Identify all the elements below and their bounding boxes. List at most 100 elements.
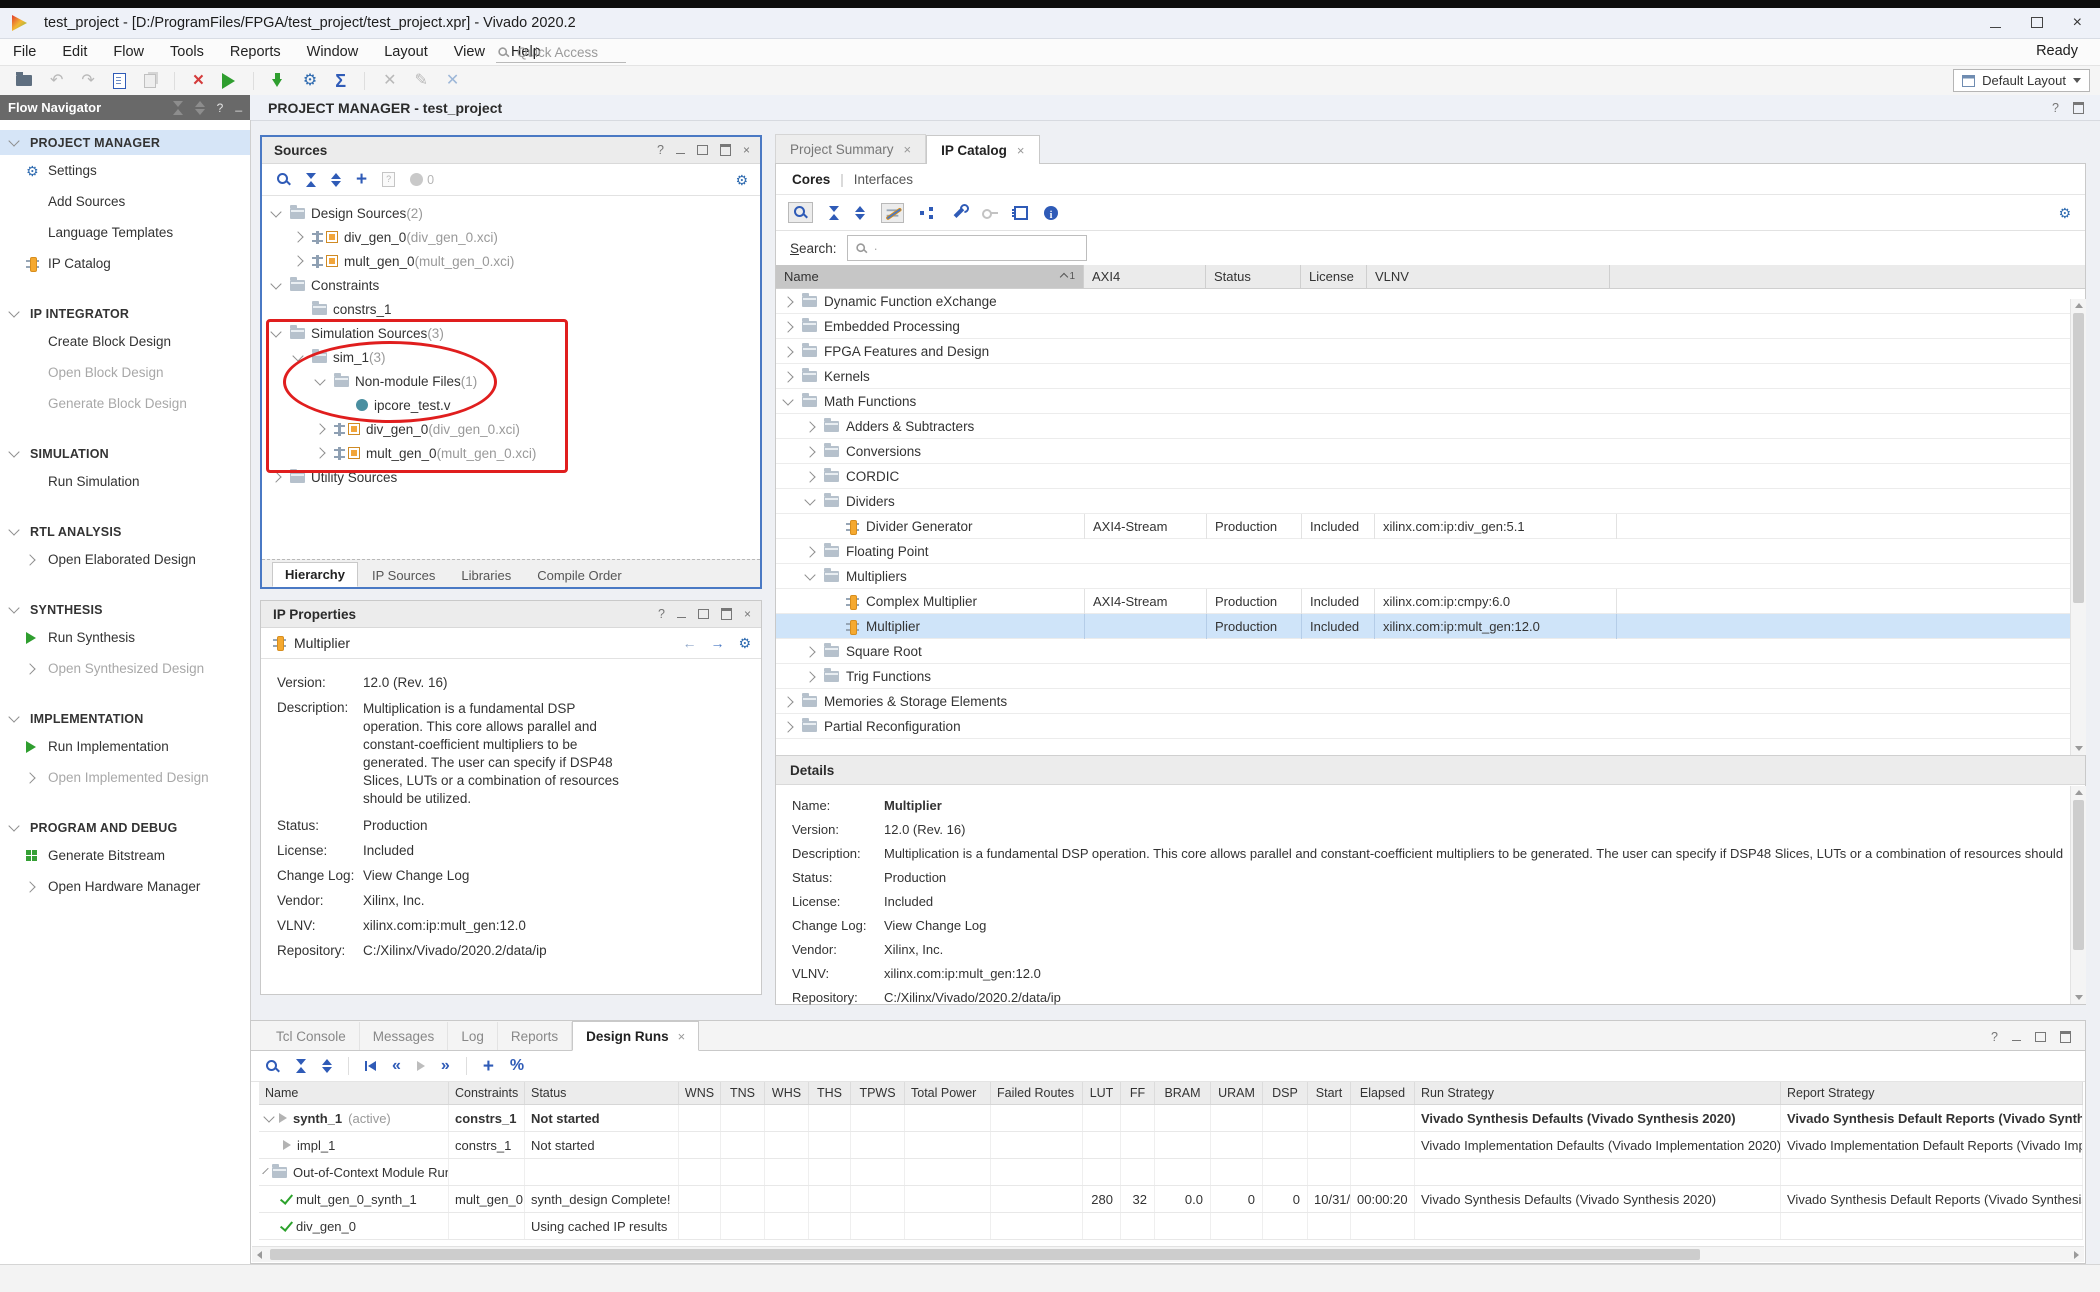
runs-column-bram[interactable]: BRAM [1155,1082,1211,1104]
percent-progress-icon[interactable]: % [510,1058,524,1074]
run-row-mult-gen-0-synth-1[interactable]: mult_gen_0_synth_1mult_gen_0synth_design… [259,1186,2083,1213]
tree-row-design-sources[interactable]: Design Sources (2) [262,201,758,225]
expander[interactable] [294,233,312,241]
sidebar-section-project-manager[interactable]: PROJECT MANAGER [0,130,250,155]
runs-column-name[interactable]: Name [259,1082,449,1104]
close-icon[interactable]: × [904,142,912,157]
sources-panel-header[interactable]: Sources ? × [262,137,760,164]
catalog-row-complex-multiplier[interactable]: Complex MultiplierAXI4-StreamProductionI… [776,589,2085,614]
catalog-scrollbar[interactable] [2070,299,2086,755]
search-icon[interactable] [265,1059,280,1074]
quick-access-search[interactable]: Quick Access [496,42,626,63]
redo-icon[interactable]: ↷ [81,73,94,89]
runs-column-ths[interactable]: THS [809,1082,851,1104]
expander[interactable] [784,348,802,356]
catalog-row-part-ial-reconfiguration[interactable]: Part­ial Reconfiguration [776,714,2085,739]
sources-tab-compile-order[interactable]: Compile Order [525,564,634,587]
run-row-div-gen-0[interactable]: div_gen_0Using cached IP results [259,1213,2083,1240]
undo-icon[interactable]: ↶ [50,73,63,89]
expander[interactable] [806,423,824,431]
runs-column-tns[interactable]: TNS [721,1082,765,1104]
expander[interactable] [806,648,824,656]
sidebar-item-open-hardware-manager[interactable]: Open Hardware Manager [0,874,250,899]
expand-all-icon[interactable] [855,206,865,220]
ip-properties-header[interactable]: IP Properties ? × [261,601,761,628]
column-header-axi4[interactable]: AXI4 [1084,265,1206,288]
runs-column-constraints[interactable]: Constraints [449,1082,525,1104]
expander[interactable] [272,211,290,216]
expander[interactable] [806,574,824,579]
runs-column-tpws[interactable]: TPWS [851,1082,905,1104]
sidebar-item-run-simulation[interactable]: Run Simulation [0,469,250,494]
expand-all-icon[interactable] [322,1059,332,1073]
catalog-row-divider-generator[interactable]: Divider GeneratorAXI4-StreamProductionIn… [776,514,2085,539]
runs-column-total-power[interactable]: Total Power [905,1082,991,1104]
column-header-name[interactable]: Name1 [776,265,1084,288]
sidebar-item-add-sources[interactable]: Add Sources [0,189,250,214]
group-by-hierarchy-icon[interactable] [920,206,935,220]
sidebar-item-open-elaborated-design[interactable]: Open Elaborated Design [0,547,250,572]
add-sources-icon[interactable]: + [356,170,367,189]
column-header-license[interactable]: License [1301,265,1367,288]
menu-file[interactable]: File [0,44,49,60]
sources-tab-libraries[interactable]: Libraries [449,564,523,587]
expander[interactable] [784,399,802,404]
catalog-row-adders-subtracters[interactable]: Adders & Subtracters [776,414,2085,439]
catalog-row-trig-functions[interactable]: Trig Functions [776,664,2085,689]
settings-gear-icon[interactable]: ⚙ [303,73,317,89]
runs-column-ff[interactable]: FF [1121,1082,1155,1104]
column-header-status[interactable]: Status [1206,265,1301,288]
runs-column-run-strategy[interactable]: Run Strategy [1415,1082,1781,1104]
tree-row-constrs-1[interactable]: constrs_1 [262,297,758,321]
sidebar-item-run-synthesis[interactable]: Run Synthesis [0,625,250,650]
close-button[interactable]: × [2073,15,2082,31]
program-device-icon[interactable] [272,73,285,88]
expander[interactable] [806,499,824,504]
menu-window[interactable]: Window [294,44,372,60]
sidebar-section-implementation[interactable]: IMPLEMENTATION [0,706,250,731]
catalog-row-multipliers[interactable]: Multipliers [776,564,2085,589]
catalog-row-multiplier[interactable]: MultiplierProductionIncludedxilinx.com:i… [776,614,2085,639]
catalog-row-dynamic-function-exchange[interactable]: Dynamic Function eXchange [776,289,2085,314]
expand-all-icon[interactable] [331,173,341,187]
sidebar-section-ip-integrator[interactable]: IP INTEGRATOR [0,301,250,326]
expander[interactable] [784,698,802,706]
maximize-button[interactable] [2031,16,2043,31]
expander[interactable] [272,283,290,288]
runs-column-lut[interactable]: LUT [1083,1082,1121,1104]
layout-selector[interactable]: Default Layout [1953,69,2090,92]
next-runs-icon[interactable]: » [441,1058,450,1074]
menu-reports[interactable]: Reports [217,44,294,60]
expander[interactable] [784,723,802,731]
expander[interactable] [294,257,312,265]
sidebar-item-generate-bitstream[interactable]: Generate Bitstream [0,843,250,868]
float-panel-icon[interactable] [720,144,731,156]
menu-view[interactable]: View [441,44,498,60]
expander[interactable] [784,373,802,381]
catalog-row-square-root[interactable]: Square Root [776,639,2085,664]
menu-flow[interactable]: Flow [100,44,157,60]
panel-settings-gear-icon[interactable]: ⚙ [738,636,751,650]
property-value[interactable]: Production [363,818,428,833]
help-icon[interactable]: ? [657,143,664,157]
catalog-row-fpga-features-and-design[interactable]: FPGA Features and Design [776,339,2085,364]
console-tab-reports[interactable]: Reports [498,1022,572,1050]
tab-cores[interactable]: Cores [792,172,830,187]
maximize-panel-icon[interactable] [697,145,708,155]
report-icon[interactable] [113,73,126,89]
runs-column-uram[interactable]: URAM [1211,1082,1263,1104]
maximize-panel-icon[interactable] [2035,1032,2046,1042]
runs-column-start[interactable]: Start [1308,1082,1351,1104]
sidebar-section-rtl-analysis[interactable]: RTL ANALYSIS [0,519,250,544]
help-icon[interactable]: ? [1991,1030,1998,1044]
minimize-panel-icon[interactable]: _ [235,98,242,112]
sources-tab-ip-sources[interactable]: IP Sources [360,564,447,587]
catalog-row-cordic[interactable]: CORDIC [776,464,2085,489]
sidebar-section-synthesis[interactable]: SYNTHESIS [0,597,250,622]
tree-row-div-gen-0[interactable]: div_gen_0 (div_gen_0.xci) [262,225,758,249]
panel-settings-gear-icon[interactable]: ⚙ [2058,206,2071,220]
menu-edit[interactable]: Edit [49,44,100,60]
stop-icon[interactable]: × [193,71,204,90]
collapse-all-icon[interactable] [829,206,839,220]
minimize-panel-icon[interactable] [677,617,686,618]
